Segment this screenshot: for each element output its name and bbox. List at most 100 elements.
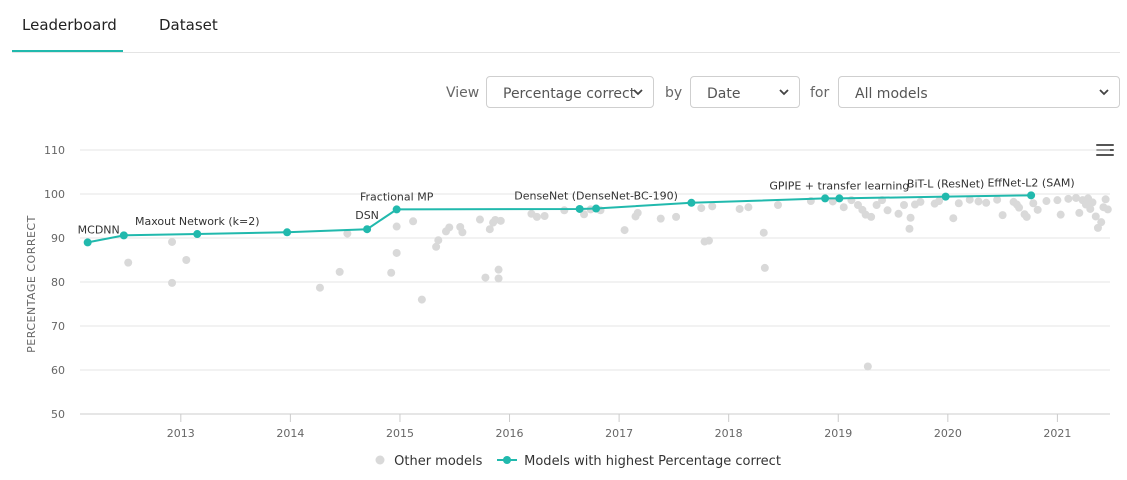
other-model-point[interactable] (620, 226, 629, 235)
other-model-point[interactable] (697, 204, 706, 213)
chevron-down-icon (779, 89, 789, 96)
y-tick-label: 80 (51, 276, 65, 289)
other-model-point[interactable] (496, 216, 505, 225)
best-model-point[interactable] (687, 198, 696, 207)
other-model-point[interactable] (560, 206, 569, 215)
other-model-point[interactable] (1022, 212, 1031, 221)
y-tick-label: 90 (51, 232, 65, 245)
other-model-point[interactable] (708, 202, 717, 211)
other-model-point[interactable] (458, 228, 467, 237)
best-model-point[interactable] (1027, 191, 1036, 200)
other-model-point[interactable] (839, 203, 848, 212)
x-tick-label: 2014 (276, 427, 304, 440)
other-model-point[interactable] (532, 212, 541, 221)
x-tick-label: 2015 (386, 427, 414, 440)
other-model-point[interactable] (1075, 208, 1084, 217)
best-model-point[interactable] (835, 194, 844, 203)
x-tick-label: 2019 (824, 427, 852, 440)
best-model-point[interactable] (592, 204, 601, 213)
other-model-point[interactable] (883, 206, 892, 215)
axis-select[interactable]: Date (690, 76, 800, 108)
x-tick-label: 2018 (715, 427, 743, 440)
other-model-point[interactable] (916, 197, 925, 206)
chart-controls: View Percentage correct by Date for All … (0, 76, 1127, 110)
y-tick-label: 60 (51, 364, 65, 377)
other-model-point[interactable] (1088, 198, 1097, 207)
best-model-point[interactable] (83, 238, 92, 247)
other-model-point[interactable] (982, 198, 991, 207)
legend-marker-other (375, 455, 385, 465)
other-model-point[interactable] (392, 248, 401, 257)
other-model-point[interactable] (1053, 196, 1062, 205)
other-model-point[interactable] (1056, 210, 1065, 219)
best-model-point[interactable] (392, 205, 401, 214)
tab-leaderboard[interactable]: Leaderboard (22, 16, 117, 34)
view-label: View (446, 85, 480, 101)
legend-item-best-models[interactable]: Models with highest Percentage correct (496, 454, 781, 469)
other-model-point[interactable] (392, 222, 401, 231)
other-model-point[interactable] (540, 212, 549, 220)
other-model-point[interactable] (633, 208, 642, 217)
metric-select[interactable]: Percentage correct (486, 76, 654, 108)
other-model-point[interactable] (905, 224, 914, 233)
other-model-point[interactable] (387, 268, 396, 277)
x-tick-label: 2021 (1043, 427, 1071, 440)
best-model-point[interactable] (941, 192, 950, 201)
model-filter-select[interactable]: All models (838, 76, 1120, 108)
other-model-point[interactable] (409, 217, 418, 226)
other-model-point[interactable] (900, 201, 908, 209)
best-model-point[interactable] (363, 225, 372, 234)
other-model-point[interactable] (445, 223, 454, 232)
other-model-point[interactable] (863, 362, 872, 371)
best-model-label: DSN (355, 209, 379, 222)
other-model-point[interactable] (704, 236, 713, 245)
other-model-point[interactable] (735, 204, 744, 213)
legend-item-other-models[interactable]: Other models (374, 454, 482, 469)
other-model-point[interactable] (1042, 197, 1051, 206)
other-model-point[interactable] (481, 273, 490, 282)
tab-dataset[interactable]: Dataset (159, 16, 218, 34)
other-model-point[interactable] (168, 278, 177, 287)
other-model-point[interactable] (494, 265, 503, 274)
by-label: by (665, 85, 683, 101)
other-model-point[interactable] (1103, 205, 1112, 214)
other-model-point[interactable] (935, 197, 944, 206)
best-model-point[interactable] (575, 204, 584, 213)
other-model-point[interactable] (744, 203, 753, 212)
other-model-point[interactable] (773, 201, 782, 209)
other-model-point[interactable] (993, 195, 1002, 204)
other-model-point[interactable] (417, 295, 426, 304)
other-model-point[interactable] (315, 283, 324, 292)
other-model-point[interactable] (124, 258, 133, 267)
other-model-point[interactable] (335, 267, 344, 276)
best-model-point[interactable] (821, 194, 830, 203)
other-model-point[interactable] (1015, 203, 1024, 212)
other-model-point[interactable] (974, 197, 983, 206)
other-model-point[interactable] (494, 274, 503, 283)
other-model-point[interactable] (475, 215, 484, 224)
other-model-point[interactable] (954, 199, 963, 208)
other-model-point[interactable] (1033, 205, 1042, 214)
axis-select-value: Date (707, 86, 741, 102)
other-model-point[interactable] (906, 213, 915, 222)
best-model-label: DenseNet (DenseNet-BC-190) (514, 190, 678, 203)
y-axis-title: PERCENTAGE CORRECT (25, 215, 38, 353)
other-model-point[interactable] (894, 209, 903, 218)
other-model-point[interactable] (182, 256, 191, 264)
best-model-point[interactable] (119, 231, 128, 240)
other-model-point[interactable] (759, 228, 768, 237)
other-model-point[interactable] (168, 237, 177, 246)
best-model-point[interactable] (283, 228, 292, 237)
other-model-point[interactable] (1101, 195, 1110, 204)
other-model-point[interactable] (760, 263, 769, 272)
other-model-point[interactable] (434, 236, 443, 245)
other-model-point[interactable] (867, 212, 876, 221)
best-model-point[interactable] (193, 230, 202, 239)
other-model-point[interactable] (1064, 194, 1073, 203)
other-model-point[interactable] (672, 212, 681, 221)
other-model-point[interactable] (998, 211, 1007, 220)
other-model-point[interactable] (949, 214, 958, 223)
other-model-point[interactable] (1029, 199, 1038, 208)
other-model-point[interactable] (656, 214, 665, 223)
other-model-point[interactable] (1097, 218, 1106, 227)
